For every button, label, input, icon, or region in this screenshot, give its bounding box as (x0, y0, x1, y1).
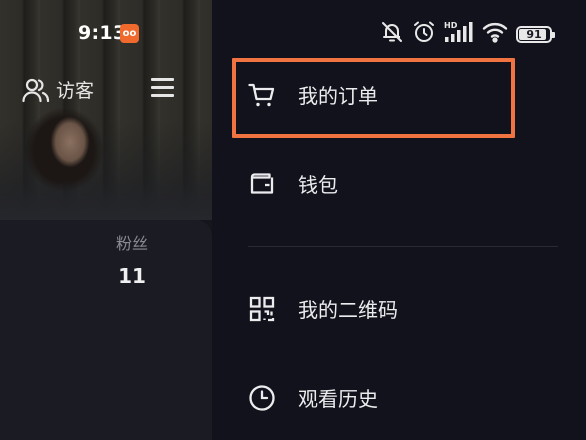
app-logo-icon: oo (120, 24, 139, 43)
menu-item-watch-history[interactable]: 观看历史 (248, 383, 378, 412)
menu-item-my-qr-code[interactable]: 我的二维码 (248, 294, 398, 323)
menu-item-label: 钱包 (298, 173, 338, 197)
alarm-icon (412, 20, 436, 48)
hd-signal-icon: HD (444, 20, 474, 48)
battery-level: 91 (526, 27, 542, 41)
side-drawer-menu: 我的订单 钱包 我的二维码 观看历史 (212, 0, 586, 440)
visitors-icon (22, 77, 50, 103)
cart-icon (248, 81, 276, 109)
battery-icon: 91 (516, 25, 555, 43)
menu-item-my-orders[interactable]: 我的订单 (248, 80, 378, 109)
menu-divider (248, 246, 558, 247)
svg-text:HD: HD (444, 21, 458, 30)
status-bar: 9:13 oo HD 91 (0, 0, 586, 64)
menu-item-wallet[interactable]: 钱包 (248, 169, 338, 198)
profile-stats-card: 注 3 粉丝 11 (0, 220, 212, 440)
mute-icon (380, 20, 404, 48)
menu-item-label: 观看历史 (298, 387, 378, 411)
app-screen: 访客 注 3 粉丝 11 我 (0, 0, 586, 440)
stat-value: 11 (118, 264, 146, 288)
stat-label: 粉丝 (115, 234, 148, 253)
visitors-label: 访客 (56, 80, 95, 102)
hamburger-menu-icon[interactable] (151, 78, 175, 98)
wallet-icon (248, 170, 276, 198)
status-icons: HD 91 (380, 20, 555, 48)
clock-icon (248, 384, 276, 412)
followers-stat[interactable]: 粉丝 11 (110, 230, 154, 288)
qr-code-icon (248, 295, 276, 323)
visitors-button[interactable]: 访客 (22, 76, 94, 103)
wifi-icon (482, 21, 508, 47)
menu-item-label: 我的二维码 (298, 298, 398, 322)
menu-item-label: 我的订单 (298, 84, 378, 108)
profile-panel: 访客 注 3 粉丝 11 (0, 0, 212, 440)
